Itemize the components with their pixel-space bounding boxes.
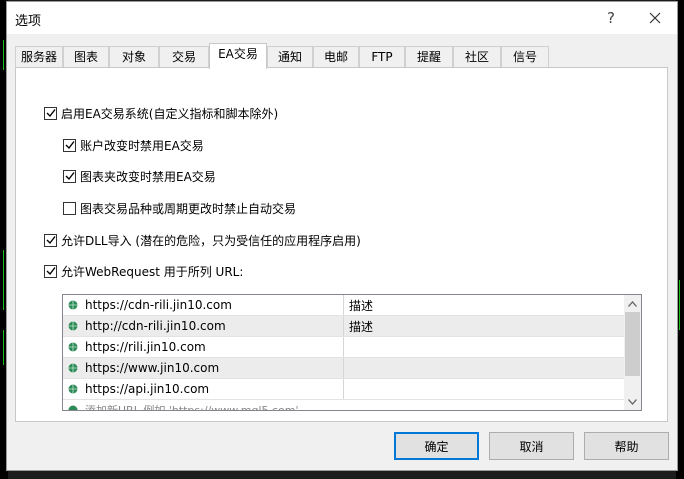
tab-notifications[interactable]: 通知 bbox=[267, 46, 313, 68]
tab-label: 提醒 bbox=[416, 50, 441, 64]
disable-on-profile-change-option[interactable]: 图表夹改变时禁用EA交易 bbox=[63, 168, 216, 184]
webrequest-url-list: https://cdn-rili.jin10.com 描述 http://cdn… bbox=[62, 294, 642, 411]
disable-on-profile-change-label: 图表夹改变时禁用EA交易 bbox=[80, 169, 216, 184]
help-icon: ? bbox=[607, 9, 615, 27]
url-cell[interactable]: https://rili.jin10.com bbox=[63, 337, 344, 357]
options-dialog: 选项 ? 服务器 图表 对象 交易 EA交易 通知 电邮 FTP 提醒 社区 信… bbox=[6, 1, 678, 471]
cancel-button[interactable]: 取消 bbox=[489, 432, 574, 460]
url-cell[interactable]: https://api.jin10.com bbox=[63, 379, 344, 399]
globe-icon bbox=[68, 342, 78, 352]
url-text: https://api.jin10.com bbox=[85, 382, 210, 396]
description-cell[interactable] bbox=[345, 337, 625, 357]
tab-label: EA交易 bbox=[218, 47, 258, 61]
tab-label: 电邮 bbox=[323, 50, 348, 64]
close-button[interactable] bbox=[633, 2, 677, 34]
description-cell[interactable] bbox=[345, 358, 625, 378]
check-icon bbox=[46, 236, 56, 245]
chevron-up-icon bbox=[628, 300, 637, 307]
check-icon bbox=[65, 172, 75, 181]
tab-label: 社区 bbox=[464, 50, 489, 64]
enable-ea-label: 启用EA交易系统(自定义指标和脚本除外) bbox=[61, 106, 279, 121]
url-cell[interactable]: https://www.jin10.com bbox=[63, 358, 344, 378]
tab-trade[interactable]: 交易 bbox=[159, 46, 209, 68]
globe-icon bbox=[68, 321, 78, 331]
scroll-thumb[interactable] bbox=[625, 312, 640, 376]
url-text: http://cdn-rili.jin10.com bbox=[85, 319, 226, 333]
check-icon bbox=[46, 267, 56, 276]
tab-label: 图表 bbox=[73, 50, 98, 64]
description-text: 描述 bbox=[349, 319, 374, 334]
disable-on-symbol-change-option[interactable]: 图表交易品种或周期更改时禁止自动交易 bbox=[63, 200, 296, 216]
globe-icon bbox=[68, 363, 78, 373]
tab-label: 服务器 bbox=[20, 50, 57, 64]
tab-chart[interactable]: 图表 bbox=[63, 46, 109, 68]
url-row[interactable]: http://cdn-rili.jin10.com 描述 bbox=[63, 316, 625, 337]
title-bar: 选项 ? bbox=[7, 2, 677, 34]
add-url-cell[interactable]: 添加新URL 例如 'https://www.mql5.com' bbox=[63, 400, 603, 411]
globe-icon bbox=[68, 300, 78, 310]
tab-server[interactable]: 服务器 bbox=[15, 46, 63, 68]
allow-webrequest-label: 允许WebRequest 用于所列 URL: bbox=[61, 264, 244, 279]
url-text: https://cdn-rili.jin10.com bbox=[85, 298, 232, 312]
tab-label: 交易 bbox=[171, 50, 196, 64]
tab-ftp[interactable]: FTP bbox=[359, 46, 405, 68]
check-icon bbox=[65, 141, 75, 150]
description-cell[interactable]: 描述 bbox=[345, 316, 625, 336]
ok-button[interactable]: 确定 bbox=[394, 432, 479, 460]
disable-on-profile-change-checkbox[interactable] bbox=[63, 169, 76, 183]
allow-webrequest-checkbox[interactable] bbox=[44, 264, 57, 278]
scroll-down-button[interactable] bbox=[624, 393, 641, 410]
url-list-scrollbar[interactable] bbox=[624, 295, 641, 410]
close-icon bbox=[649, 12, 661, 24]
expert-advisors-panel: 启用EA交易系统(自定义指标和脚本除外) 账户改变时禁用EA交易 图表夹改变时禁… bbox=[15, 67, 668, 422]
allow-webrequest-option[interactable]: 允许WebRequest 用于所列 URL: bbox=[44, 263, 243, 279]
disable-on-symbol-change-checkbox[interactable] bbox=[63, 201, 76, 215]
disable-on-account-change-option[interactable]: 账户改变时禁用EA交易 bbox=[63, 137, 204, 153]
allow-dll-checkbox[interactable] bbox=[44, 233, 57, 247]
tab-email[interactable]: 电邮 bbox=[313, 46, 359, 68]
tab-label: 通知 bbox=[277, 50, 302, 64]
url-cell[interactable]: https://cdn-rili.jin10.com bbox=[63, 295, 344, 315]
globe-icon bbox=[68, 384, 78, 394]
tab-signals[interactable]: 信号 bbox=[501, 46, 549, 68]
url-row[interactable]: https://rili.jin10.com bbox=[63, 337, 625, 358]
url-text: https://rili.jin10.com bbox=[85, 340, 206, 354]
check-icon bbox=[46, 109, 56, 118]
tab-objects[interactable]: 对象 bbox=[109, 46, 159, 68]
scroll-up-button[interactable] bbox=[624, 295, 641, 312]
chevron-down-icon bbox=[628, 398, 637, 405]
add-url-hint: 添加新URL 例如 'https://www.mql5.com' bbox=[85, 404, 299, 411]
description-text: 描述 bbox=[349, 298, 374, 313]
disable-on-account-change-label: 账户改变时禁用EA交易 bbox=[80, 138, 204, 153]
tab-label: 对象 bbox=[121, 50, 146, 64]
help-title-button[interactable]: ? bbox=[589, 2, 633, 34]
url-row[interactable]: https://www.jin10.com bbox=[63, 358, 625, 379]
globe-icon bbox=[68, 405, 78, 410]
help-button[interactable]: 帮助 bbox=[584, 432, 669, 460]
disable-on-account-change-checkbox[interactable] bbox=[63, 138, 76, 152]
description-cell[interactable]: 描述 bbox=[345, 295, 625, 315]
add-url-row[interactable]: 添加新URL 例如 'https://www.mql5.com' bbox=[63, 400, 625, 411]
tab-alerts[interactable]: 提醒 bbox=[405, 46, 453, 68]
window-title: 选项 bbox=[15, 14, 42, 29]
allow-dll-option[interactable]: 允许DLL导入 (潜在的危险，只为受信任的应用程序启用) bbox=[44, 232, 361, 248]
tab-expert-advisors[interactable]: EA交易 bbox=[209, 43, 267, 69]
description-cell[interactable] bbox=[345, 379, 625, 399]
tab-community[interactable]: 社区 bbox=[453, 46, 501, 68]
allow-dll-label: 允许DLL导入 (潜在的危险，只为受信任的应用程序启用) bbox=[61, 233, 361, 248]
enable-ea-checkbox[interactable] bbox=[44, 106, 57, 120]
tab-label: FTP bbox=[371, 50, 393, 64]
enable-ea-option[interactable]: 启用EA交易系统(自定义指标和脚本除外) bbox=[44, 105, 278, 121]
url-cell[interactable]: http://cdn-rili.jin10.com bbox=[63, 316, 344, 336]
url-row[interactable]: https://api.jin10.com bbox=[63, 379, 625, 400]
disable-on-symbol-change-label: 图表交易品种或周期更改时禁止自动交易 bbox=[80, 201, 297, 216]
url-row[interactable]: https://cdn-rili.jin10.com 描述 bbox=[63, 295, 625, 316]
tab-label: 信号 bbox=[512, 50, 537, 64]
url-text: https://www.jin10.com bbox=[85, 361, 220, 375]
